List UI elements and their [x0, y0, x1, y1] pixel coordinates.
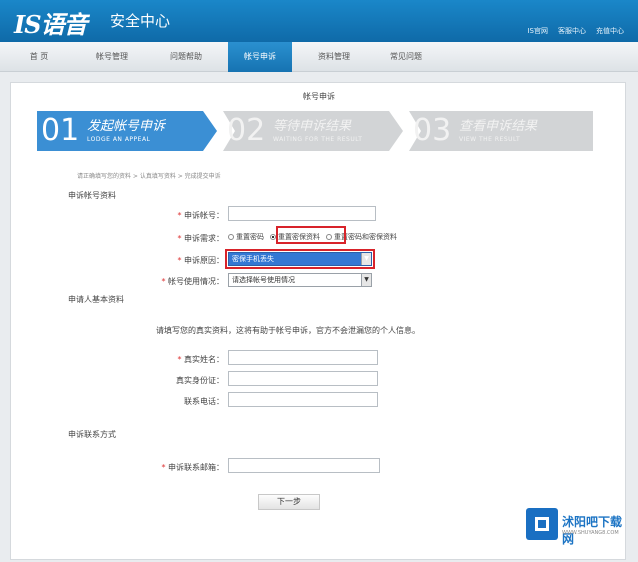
real-name-input[interactable]	[228, 350, 378, 365]
usage-select[interactable]: 请选择帐号使用情况 ▼	[228, 273, 372, 287]
personal-section-heading: 申请人基本资料	[68, 295, 124, 304]
recharge-center-link[interactable]: 充值中心	[596, 26, 624, 36]
step-1-title: 发起帐号申诉	[87, 119, 166, 134]
tab-account-manage[interactable]: 帐号管理	[82, 42, 142, 72]
email-label: * 申诉联系邮箱：	[161, 463, 224, 472]
phone-input[interactable]	[228, 392, 378, 407]
top-links: IS官网 客服中心 充值中心	[527, 26, 624, 36]
step-3-subtitle: VIEW THE RESULT	[459, 136, 521, 143]
step-2-title: 等待申诉结果	[273, 119, 352, 134]
header-subtitle: 安全中心	[110, 12, 171, 30]
main-nav: 首 页 帐号管理 问题帮助 帐号申诉 资料管理 常见问题	[0, 42, 638, 72]
page-title: 帐号申诉	[303, 92, 335, 101]
account-section-heading: 申诉帐号资料	[68, 191, 116, 200]
chevron-down-icon: ▼	[361, 274, 371, 286]
contact-section-heading: 申诉联系方式	[68, 430, 116, 439]
step-3-title: 查看申诉结果	[459, 119, 538, 134]
radio-reset-password[interactable]: 重置密码	[228, 232, 264, 242]
site-logo-icon	[526, 508, 558, 540]
radio-dot	[228, 234, 234, 240]
highlight-box-reason	[225, 249, 375, 269]
privacy-notice: 请填写您的真实资料，这将有助于帐号申诉，官方不会泄漏您的个人信息。	[156, 326, 420, 335]
highlight-box-demand	[276, 226, 346, 244]
demand-label: * 申诉需求：	[177, 234, 224, 243]
real-name-label: * 真实姓名：	[177, 355, 224, 364]
watermark: 沭阳吧下载网 WWW.SHUYANG8.COM	[522, 508, 630, 546]
watermark-url: WWW.SHUYANG8.COM	[562, 530, 619, 536]
account-input[interactable]	[228, 206, 376, 221]
reason-label: * 申诉原因：	[177, 256, 224, 265]
phone-label: 联系电话：	[184, 397, 224, 406]
step-2: 02 等待申诉结果 WAITING FOR THE RESULT	[223, 111, 403, 151]
appeal-panel: 帐号申诉 01 发起帐号申诉 LODGE AN APPEAL 02 等待申诉结果…	[10, 82, 626, 560]
breadcrumb: 请正确填写您的资料 > 认真填写资料 > 完成提交申诉	[77, 173, 221, 180]
tab-faq[interactable]: 常见问题	[376, 42, 436, 72]
next-button[interactable]: 下一步	[258, 494, 320, 510]
account-label: * 申诉帐号：	[177, 211, 224, 220]
tab-account-appeal[interactable]: 帐号申诉	[228, 42, 292, 72]
box-icon	[535, 517, 549, 531]
step-1: 01 发起帐号申诉 LODGE AN APPEAL	[37, 111, 217, 151]
service-center-link[interactable]: 客服中心	[558, 26, 586, 36]
tab-profile-manage[interactable]: 资料管理	[304, 42, 364, 72]
step-2-subtitle: WAITING FOR THE RESULT	[273, 136, 363, 143]
tab-help[interactable]: 问题帮助	[156, 42, 216, 72]
id-card-input[interactable]	[228, 371, 378, 386]
email-input[interactable]	[228, 458, 380, 473]
top-header: IS语音 安全中心 IS官网 客服中心 充值中心	[0, 0, 638, 42]
step-3: 03 查看申诉结果 VIEW THE RESULT	[409, 111, 593, 151]
usage-label: * 帐号使用情况：	[161, 277, 224, 286]
step-3-number: 03	[413, 113, 452, 148]
official-site-link[interactable]: IS官网	[527, 26, 548, 36]
step-1-subtitle: LODGE AN APPEAL	[87, 136, 151, 143]
logo: IS语音	[14, 10, 88, 39]
step-1-number: 01	[41, 113, 80, 148]
step-2-number: 02	[227, 113, 266, 148]
tab-home[interactable]: 首 页	[14, 42, 64, 72]
id-card-label: 真实身份证：	[176, 376, 224, 385]
